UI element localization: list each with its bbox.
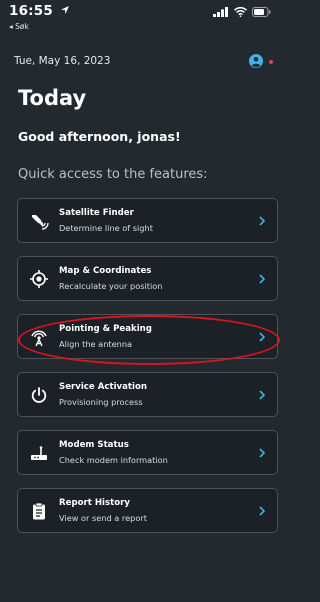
feature-title: Service Activation <box>59 382 147 392</box>
feature-subtitle: Check modem information <box>59 455 168 465</box>
quick-access-label: Quick access to the features: <box>18 167 208 182</box>
cellular-signal-icon <box>213 7 228 17</box>
modem-icon <box>31 446 47 460</box>
back-to-app-link[interactable]: ◂ Søk <box>9 22 29 31</box>
satellite-icon <box>32 215 49 230</box>
feature-title: Satellite Finder <box>59 208 134 218</box>
feature-subtitle: Provisioning process <box>59 397 143 407</box>
feature-card-satellite-finder[interactable]: Satellite Finder Determine line of sight <box>17 198 278 243</box>
feature-card-modem-status[interactable]: Modem Status Check modem information <box>17 430 278 475</box>
feature-card-service-activation[interactable]: Service Activation Provisioning process <box>17 372 278 417</box>
feature-title: Pointing & Peaking <box>59 324 152 334</box>
status-bar: 16:55 ◂ Søk <box>0 0 285 44</box>
status-time: 16:55 <box>9 3 70 19</box>
feature-card-report-history[interactable]: Report History View or send a report <box>17 488 278 533</box>
wifi-icon <box>234 7 247 17</box>
clipboard-icon <box>33 502 45 520</box>
feature-subtitle: View or send a report <box>59 513 147 523</box>
feature-subtitle: Recalculate your position <box>59 281 163 291</box>
chevron-right-icon <box>259 274 266 284</box>
status-icons <box>213 7 271 17</box>
chevron-right-icon <box>259 390 266 400</box>
feature-title: Report History <box>59 498 130 508</box>
location-arrow-icon <box>60 6 69 14</box>
profile-icon[interactable] <box>249 54 263 68</box>
current-date: Tue, May 16, 2023 <box>14 55 111 67</box>
chevron-right-icon <box>259 448 266 458</box>
feature-title: Map & Coordinates <box>59 266 152 276</box>
power-icon <box>31 387 47 403</box>
feature-card-pointing-peaking[interactable]: Pointing & Peaking Align the antenna <box>17 314 278 359</box>
location-target-icon <box>30 270 48 288</box>
chevron-right-icon <box>259 216 266 226</box>
chevron-right-icon <box>259 506 266 516</box>
page-title: Today <box>18 86 87 110</box>
antenna-icon <box>31 330 47 347</box>
feature-card-map-coordinates[interactable]: Map & Coordinates Recalculate your posit… <box>17 256 278 301</box>
battery-icon <box>252 7 271 17</box>
notification-dot <box>269 60 273 64</box>
feature-subtitle: Determine line of sight <box>59 223 153 233</box>
feature-title: Modem Status <box>59 440 129 450</box>
chevron-right-icon <box>259 332 266 342</box>
feature-subtitle: Align the antenna <box>59 339 133 349</box>
greeting-text: Good afternoon, jonas! <box>18 129 181 144</box>
